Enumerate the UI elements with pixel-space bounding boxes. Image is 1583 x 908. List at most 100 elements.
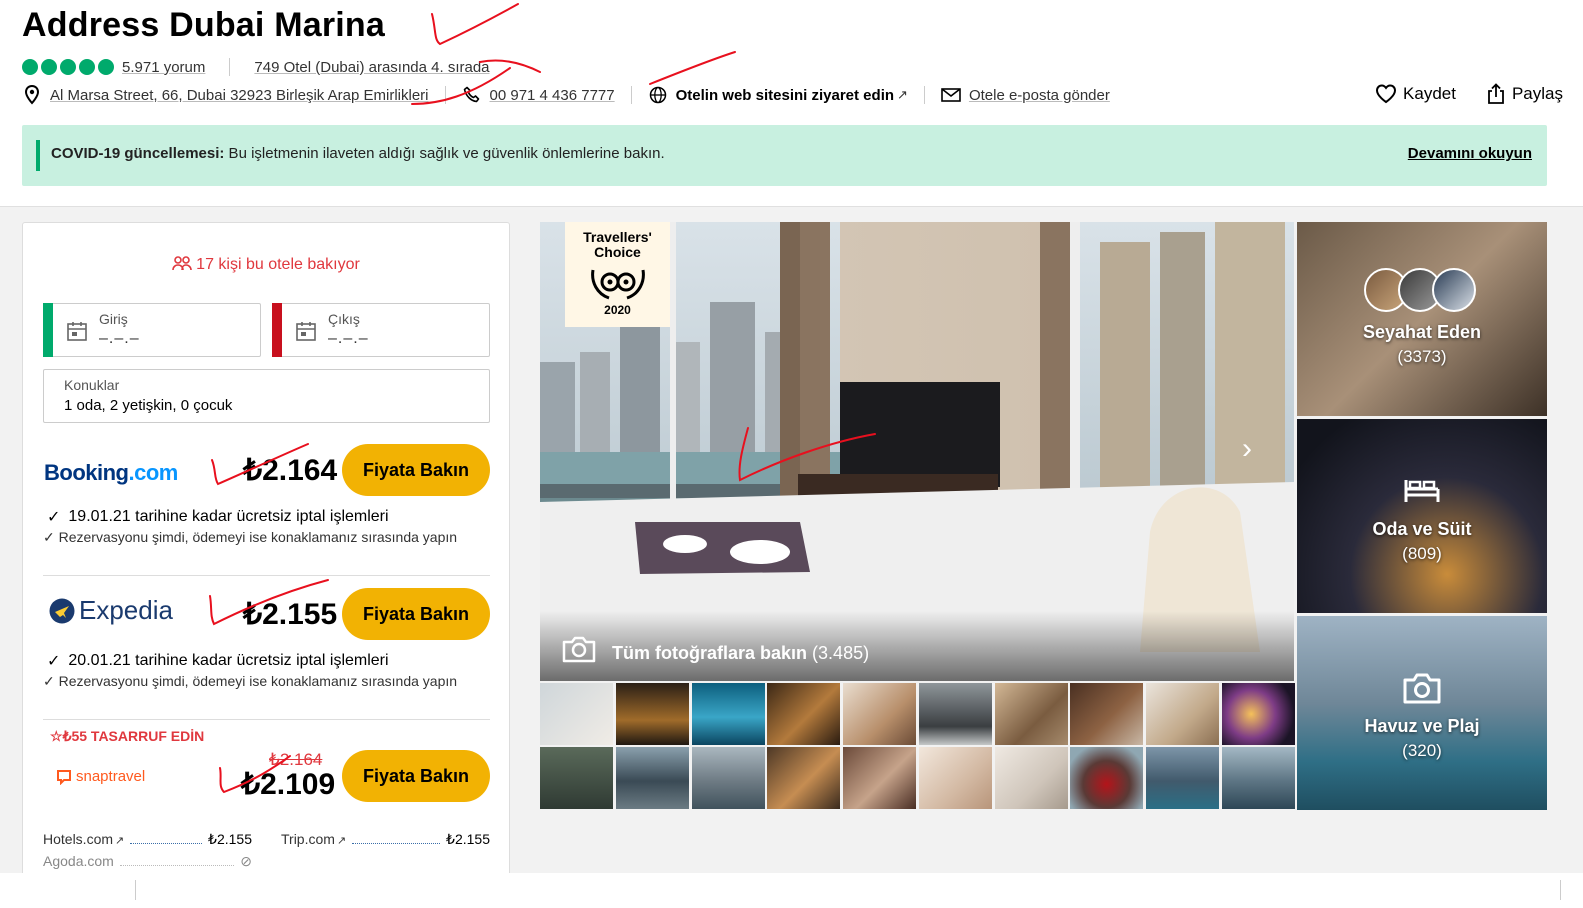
free-cancellation-perk: ✓ 20.01.21 tarihine kadar ücretsiz iptal … [47, 651, 389, 671]
thumbnail[interactable] [767, 683, 840, 745]
website-link[interactable]: Otelin web sitesini ziyaret edin [676, 87, 894, 104]
thumbnail-grid [540, 683, 1295, 809]
viewers-text: 17 kişi bu otele bakıyor [196, 256, 360, 273]
thumbnail[interactable] [1146, 683, 1219, 745]
checkin-value: –.–.– [99, 330, 140, 347]
thumbnail[interactable] [1222, 747, 1295, 809]
thumbnail[interactable] [995, 683, 1068, 745]
guests-value: 1 oda, 2 yetişkin, 0 çocuk [64, 397, 233, 414]
badge-line-2: Choice [594, 244, 641, 260]
address-link[interactable]: Al Marsa Street, 66, Dubai 32923 Birleşi… [50, 87, 429, 104]
thumbnail[interactable] [843, 747, 916, 809]
save-button[interactable]: Kaydet [1375, 84, 1456, 104]
email-link[interactable]: Otele e-posta gönder [969, 87, 1110, 104]
thumbnail[interactable] [692, 747, 765, 809]
share-button[interactable]: Paylaş [1486, 83, 1563, 105]
view-price-button[interactable]: Fiyata Bakın [342, 750, 490, 802]
checkout-field[interactable]: Çıkış –.–.– [272, 303, 490, 357]
provider-price: ₺2.155 [208, 831, 252, 847]
thumbnail[interactable] [616, 683, 689, 745]
provider-price: ₺2.155 [446, 831, 490, 847]
thumbnail[interactable] [919, 683, 992, 745]
snaptravel-logo[interactable]: snaptravel [56, 768, 145, 785]
external-link-icon: ↗ [115, 835, 125, 847]
provider-name: Agoda.com [43, 853, 114, 869]
contact-row: Al Marsa Street, 66, Dubai 32923 Birleşi… [22, 83, 1110, 107]
view-price-button[interactable]: Fiyata Bakın [342, 444, 490, 496]
rooms-suites-tile[interactable]: Oda ve Süit (809) [1297, 419, 1547, 613]
owl-logo-icon [590, 269, 645, 300]
check-icon: ✓ [47, 653, 61, 670]
thumbnail[interactable] [919, 747, 992, 809]
booking-com-logo[interactable]: Booking.com [44, 460, 178, 486]
all-photos-link[interactable]: Tüm fotoğraflara bakın (3.485) [612, 643, 869, 664]
rating-bubble [22, 59, 38, 75]
expedia-plane-icon [49, 598, 75, 623]
offer-price: ₺2.109 [241, 768, 336, 801]
more-deal-row[interactable]: Agoda.com ⊘ [43, 853, 252, 870]
dotted-leader [130, 843, 203, 844]
offer-divider [43, 719, 490, 720]
thumbnail[interactable] [540, 683, 613, 745]
thumbnail[interactable] [1070, 683, 1143, 745]
thumbnail[interactable] [1146, 747, 1219, 809]
pay-later-perk: ✓ Rezervasyonu şimdi, ödemeyi ise konakl… [43, 529, 473, 545]
perk-text: Rezervasyonu şimdi, ödemeyi ise konaklam… [58, 673, 458, 689]
unavailable-icon: ⊘ [240, 853, 252, 869]
photo-caption-bar[interactable]: Tüm fotoğraflara bakın (3.485) [540, 611, 1294, 681]
thumbnail[interactable] [540, 747, 613, 809]
divider [1560, 880, 1561, 900]
guests-field[interactable]: Konuklar 1 oda, 2 yetişkin, 0 çocuk [43, 369, 490, 423]
save-label: Kaydet [1403, 84, 1456, 103]
rating-bubble [60, 59, 76, 75]
thumbnail[interactable] [995, 747, 1068, 809]
ranking-link[interactable]: 749 Otel (Dubai) arasında 4. sırada [254, 59, 489, 76]
checkout-accent [272, 303, 282, 357]
hotel-title: Address Dubai Marina [22, 6, 385, 44]
phone-link[interactable]: 00 971 4 436 7777 [490, 87, 615, 104]
thumbnail[interactable] [767, 747, 840, 809]
save-share-group: Kaydet Paylaş [1345, 83, 1563, 105]
pool-beach-tile[interactable]: Havuz ve Plaj (320) [1297, 616, 1547, 810]
traveller-photos-tile[interactable]: Seyahat Eden (3373) [1297, 222, 1547, 416]
chevron-right-icon[interactable]: › [1242, 432, 1252, 466]
rating-bubble [79, 59, 95, 75]
offer-divider [43, 575, 490, 576]
all-photos-label: Tüm fotoğraflara bakın [612, 643, 808, 663]
tile-label: Seyahat Eden [1362, 322, 1482, 342]
camera-icon [1403, 673, 1441, 704]
bed-icon [1404, 480, 1440, 502]
perk-text: 20.01.21 tarihine kadar ücretsiz iptal i… [68, 652, 389, 669]
avatar [1432, 268, 1476, 312]
view-price-button[interactable]: Fiyata Bakın [342, 588, 490, 640]
rating-bubbles [22, 59, 114, 75]
phone-icon [462, 85, 482, 105]
thumbnail[interactable] [1222, 683, 1295, 745]
avatar-stack [1364, 268, 1480, 312]
globe-icon [648, 85, 668, 105]
star-icon: ☆ [50, 728, 63, 744]
thumbnail[interactable] [843, 683, 916, 745]
divider [444, 86, 446, 104]
thumbnail[interactable] [616, 747, 689, 809]
covid-read-more-link[interactable]: Devamını okuyun [1408, 145, 1532, 162]
snaptravel-icon [57, 769, 71, 785]
covid-banner: COVID-19 güncellemesi: Bu işletmenin ila… [22, 125, 1547, 186]
rating-bubble [98, 59, 114, 75]
reviews-link[interactable]: 5.971 yorum [122, 59, 205, 76]
all-photos-count: (3.485) [812, 643, 870, 663]
checkout-label: Çıkış [328, 311, 360, 327]
calendar-icon [296, 322, 316, 341]
savings-text: ₺55 TASARRUF EDİN [62, 728, 205, 744]
checkin-field[interactable]: Giriş –.–.– [43, 303, 261, 357]
thumbnail[interactable] [1070, 747, 1143, 809]
travellers-choice-badge: Travellers' Choice 2020 [565, 222, 670, 327]
covid-text: COVID-19 güncellemesi: Bu işletmenin ila… [51, 145, 665, 162]
tile-count: (3373) [1397, 347, 1447, 366]
expedia-logo[interactable]: Expedia [49, 595, 173, 626]
more-deal-row[interactable]: Trip.com ↗ ₺2.155 [281, 831, 490, 848]
more-deal-row[interactable]: Hotels.com ↗ ₺2.155 [43, 831, 252, 848]
thumbnail[interactable] [692, 683, 765, 745]
offer-price: ₺2.155 [243, 598, 338, 631]
rating-row: 5.971 yorum 749 Otel (Dubai) arasında 4.… [22, 56, 490, 78]
